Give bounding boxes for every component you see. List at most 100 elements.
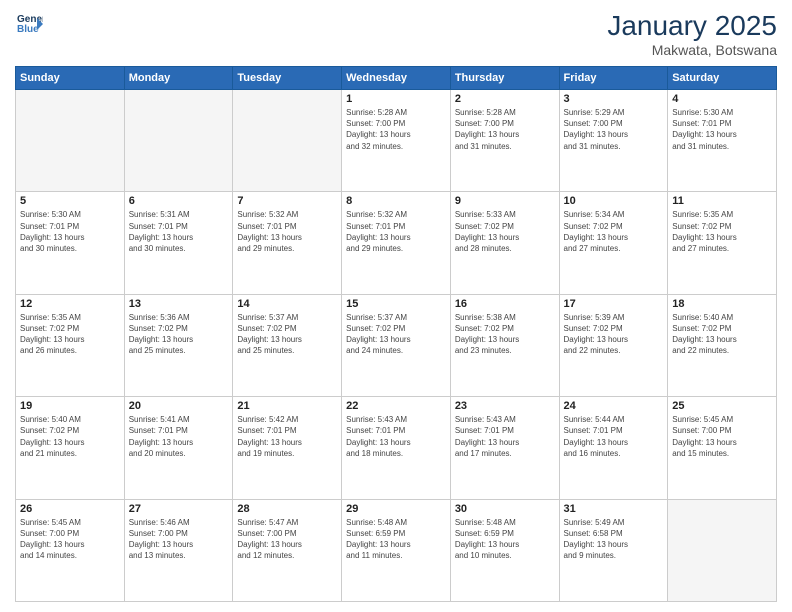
day-info: Sunrise: 5:33 AMSunset: 7:02 PMDaylight:… [455,209,555,254]
day-number: 17 [564,298,664,310]
day-number: 27 [129,503,229,515]
day-number: 18 [672,298,772,310]
table-row: 26 Sunrise: 5:45 AMSunset: 7:00 PMDayligh… [16,499,125,601]
table-row: 20 Sunrise: 5:41 AMSunset: 7:01 PMDayligh… [124,397,233,499]
table-row: 11 Sunrise: 5:35 AMSunset: 7:02 PMDayligh… [668,192,777,294]
day-number: 1 [346,93,446,105]
day-info: Sunrise: 5:34 AMSunset: 7:02 PMDaylight:… [564,209,664,254]
day-info: Sunrise: 5:38 AMSunset: 7:02 PMDaylight:… [455,312,555,357]
main-title: January 2025 [607,10,777,42]
table-row: 17Sunrise: 5:39 AMSunset: 7:02 PMDayligh… [559,294,668,396]
col-thursday: Thursday [450,67,559,90]
day-info: Sunrise: 5:42 AMSunset: 7:01 PMDaylight:… [237,414,337,459]
table-row: 24Sunrise: 5:44 AMSunset: 7:01 PMDayligh… [559,397,668,499]
logo: General Blue [15,10,43,38]
day-number: 21 [237,400,337,412]
svg-text:Blue: Blue [17,24,39,35]
logo-icon: General Blue [15,10,43,38]
table-row: 22 Sunrise: 5:43 AMSunset: 7:01 PMDayligh… [342,397,451,499]
day-number: 9 [455,195,555,207]
table-row: 25 Sunrise: 5:45 AMSunset: 7:00 PMDayligh… [668,397,777,499]
day-info: Sunrise: 5:43 AMSunset: 7:01 PMDaylight:… [346,414,446,459]
day-info: Sunrise: 5:41 AMSunset: 7:01 PMDaylight:… [129,414,229,459]
table-row: 8 Sunrise: 5:32 AMSunset: 7:01 PMDaylight… [342,192,451,294]
day-number: 26 [20,503,120,515]
table-row: 2 Sunrise: 5:28 AMSunset: 7:00 PMDaylight… [450,90,559,192]
table-row: 4 Sunrise: 5:30 AMSunset: 7:01 PMDaylight… [668,90,777,192]
day-info: Sunrise: 5:35 AMSunset: 7:02 PMDaylight:… [20,312,120,357]
table-row: 1 Sunrise: 5:28 AMSunset: 7:00 PMDaylight… [342,90,451,192]
calendar-header-row: Sunday Monday Tuesday Wednesday Thursday… [16,67,777,90]
day-info: Sunrise: 5:31 AMSunset: 7:01 PMDaylight:… [129,209,229,254]
day-info: Sunrise: 5:47 AMSunset: 7:00 PMDaylight:… [237,517,337,562]
day-number: 31 [564,503,664,515]
day-number: 16 [455,298,555,310]
day-info: Sunrise: 5:28 AMSunset: 7:00 PMDaylight:… [455,107,555,152]
col-saturday: Saturday [668,67,777,90]
day-number: 25 [672,400,772,412]
day-number: 28 [237,503,337,515]
col-monday: Monday [124,67,233,90]
calendar-week-row: 5 Sunrise: 5:30 AMSunset: 7:01 PMDaylight… [16,192,777,294]
table-row: 28 Sunrise: 5:47 AMSunset: 7:00 PMDayligh… [233,499,342,601]
calendar-table: Sunday Monday Tuesday Wednesday Thursday… [15,66,777,602]
day-info: Sunrise: 5:37 AMSunset: 7:02 PMDaylight:… [346,312,446,357]
day-info: Sunrise: 5:43 AMSunset: 7:01 PMDaylight:… [455,414,555,459]
day-info: Sunrise: 5:32 AMSunset: 7:01 PMDaylight:… [237,209,337,254]
table-row: 14 Sunrise: 5:37 AMSunset: 7:02 PMDayligh… [233,294,342,396]
table-row: 18 Sunrise: 5:40 AMSunset: 7:02 PMDayligh… [668,294,777,396]
subtitle: Makwata, Botswana [607,42,777,58]
table-row [668,499,777,601]
day-info: Sunrise: 5:48 AMSunset: 6:59 PMDaylight:… [346,517,446,562]
day-number: 8 [346,195,446,207]
table-row: 30Sunrise: 5:48 AMSunset: 6:59 PMDayligh… [450,499,559,601]
title-block: January 2025 Makwata, Botswana [607,10,777,58]
day-info: Sunrise: 5:32 AMSunset: 7:01 PMDaylight:… [346,209,446,254]
calendar-week-row: 26 Sunrise: 5:45 AMSunset: 7:00 PMDayligh… [16,499,777,601]
col-wednesday: Wednesday [342,67,451,90]
day-number: 23 [455,400,555,412]
day-info: Sunrise: 5:28 AMSunset: 7:00 PMDaylight:… [346,107,446,152]
day-info: Sunrise: 5:35 AMSunset: 7:02 PMDaylight:… [672,209,772,254]
day-number: 4 [672,93,772,105]
table-row [124,90,233,192]
day-info: Sunrise: 5:40 AMSunset: 7:02 PMDaylight:… [672,312,772,357]
day-info: Sunrise: 5:45 AMSunset: 7:00 PMDaylight:… [672,414,772,459]
header: General Blue January 2025 Makwata, Botsw… [15,10,777,58]
table-row: 6Sunrise: 5:31 AMSunset: 7:01 PMDaylight… [124,192,233,294]
calendar-week-row: 12Sunrise: 5:35 AMSunset: 7:02 PMDayligh… [16,294,777,396]
day-number: 2 [455,93,555,105]
table-row: 9 Sunrise: 5:33 AMSunset: 7:02 PMDaylight… [450,192,559,294]
day-number: 5 [20,195,120,207]
day-number: 30 [455,503,555,515]
day-number: 22 [346,400,446,412]
table-row: 10Sunrise: 5:34 AMSunset: 7:02 PMDayligh… [559,192,668,294]
table-row: 7Sunrise: 5:32 AMSunset: 7:01 PMDaylight… [233,192,342,294]
day-number: 14 [237,298,337,310]
day-number: 20 [129,400,229,412]
day-info: Sunrise: 5:40 AMSunset: 7:02 PMDaylight:… [20,414,120,459]
day-number: 3 [564,93,664,105]
day-number: 11 [672,195,772,207]
calendar-week-row: 19 Sunrise: 5:40 AMSunset: 7:02 PMDayligh… [16,397,777,499]
day-number: 15 [346,298,446,310]
table-row [16,90,125,192]
col-friday: Friday [559,67,668,90]
day-info: Sunrise: 5:30 AMSunset: 7:01 PMDaylight:… [672,107,772,152]
table-row: 3 Sunrise: 5:29 AMSunset: 7:00 PMDaylight… [559,90,668,192]
day-info: Sunrise: 5:45 AMSunset: 7:00 PMDaylight:… [20,517,120,562]
day-info: Sunrise: 5:29 AMSunset: 7:00 PMDaylight:… [564,107,664,152]
page: General Blue January 2025 Makwata, Botsw… [0,0,792,612]
table-row: 5 Sunrise: 5:30 AMSunset: 7:01 PMDaylight… [16,192,125,294]
day-info: Sunrise: 5:36 AMSunset: 7:02 PMDaylight:… [129,312,229,357]
table-row: 29Sunrise: 5:48 AMSunset: 6:59 PMDayligh… [342,499,451,601]
day-info: Sunrise: 5:30 AMSunset: 7:01 PMDaylight:… [20,209,120,254]
table-row: 13 Sunrise: 5:36 AMSunset: 7:02 PMDayligh… [124,294,233,396]
day-info: Sunrise: 5:49 AMSunset: 6:58 PMDaylight:… [564,517,664,562]
table-row: 12Sunrise: 5:35 AMSunset: 7:02 PMDayligh… [16,294,125,396]
day-number: 13 [129,298,229,310]
day-number: 24 [564,400,664,412]
day-info: Sunrise: 5:37 AMSunset: 7:02 PMDaylight:… [237,312,337,357]
day-number: 19 [20,400,120,412]
table-row: 16 Sunrise: 5:38 AMSunset: 7:02 PMDayligh… [450,294,559,396]
